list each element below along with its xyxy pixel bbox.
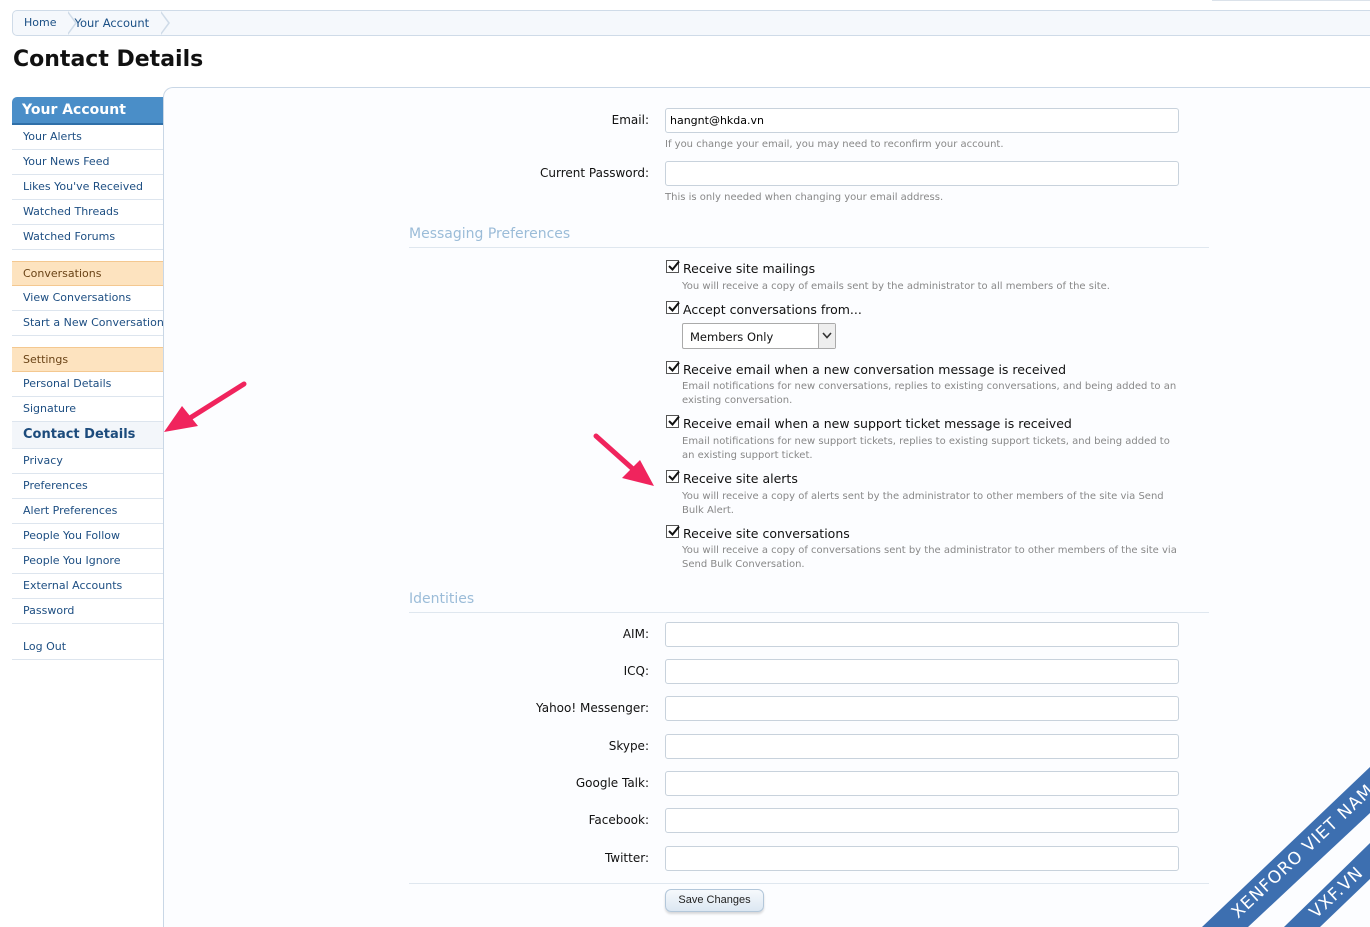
chevron-down-icon[interactable]: [818, 324, 835, 348]
save-changes-button[interactable]: Save Changes: [665, 889, 764, 912]
yahoo-messenger-field[interactable]: [665, 696, 1179, 721]
watermark-line1: XENFORO VIET NAM: [1228, 780, 1370, 922]
accept-conversations-checkbox[interactable]: [666, 301, 680, 314]
aim-label: AIM:: [622, 627, 649, 641]
accept-conversations-select[interactable]: Members Only: [682, 323, 836, 349]
sidebar-item-likes-received[interactable]: Likes You've Received: [12, 175, 164, 200]
receive-site-mailings-label[interactable]: Receive site mailings: [683, 261, 815, 276]
email-support-ticket-checkbox[interactable]: [666, 415, 680, 428]
receive-site-alerts-checkbox[interactable]: [666, 470, 680, 483]
breadcrumb: Home Your Account: [12, 10, 1370, 36]
email-new-conversation-label[interactable]: Receive email when a new conversation me…: [683, 362, 1066, 377]
receive-site-conversations-label[interactable]: Receive site conversations: [683, 526, 850, 541]
sidebar-item-view-conversations[interactable]: View Conversations: [12, 286, 164, 311]
breadcrumb-home[interactable]: Home: [13, 11, 78, 35]
sidebar-item-people-you-follow[interactable]: People You Follow: [12, 524, 164, 549]
email-hint: If you change your email, you may need t…: [665, 139, 1004, 150]
receive-site-conversations-checkbox[interactable]: [666, 525, 680, 538]
twitter-label: Twitter:: [604, 851, 649, 865]
receive-site-conversations-hint: You will receive a copy of conversations…: [682, 545, 1177, 570]
sidebar-item-signature[interactable]: Signature: [12, 397, 164, 422]
password-hint: This is only needed when changing your e…: [665, 192, 944, 203]
sidebar-item-preferences[interactable]: Preferences: [12, 474, 164, 499]
accept-conversations-label[interactable]: Accept conversations from...: [683, 302, 862, 317]
sidebar-item-watched-threads[interactable]: Watched Threads: [12, 200, 164, 225]
identities-heading: Identities: [409, 591, 1209, 613]
breadcrumb-home-label[interactable]: Home: [24, 16, 56, 29]
icq-label: ICQ:: [623, 664, 649, 678]
password-label: Current Password:: [540, 166, 649, 180]
email-label: Email:: [611, 113, 649, 127]
receive-site-mailings-hint: You will receive a copy of emails sent b…: [682, 281, 1110, 292]
email-new-conversation-hint: Email notifications for new conversation…: [682, 381, 1177, 406]
email-support-ticket-label[interactable]: Receive email when a new support ticket …: [683, 416, 1072, 431]
icq-field[interactable]: [665, 659, 1179, 684]
current-password-field[interactable]: [665, 161, 1179, 186]
sidebar-heading[interactable]: Your Account: [12, 97, 164, 125]
form-divider: [409, 883, 1209, 884]
sidebar-item-privacy[interactable]: Privacy: [12, 449, 164, 474]
account-sidebar: Your Account Your Alerts Your News Feed …: [12, 97, 164, 660]
top-divider: [1212, 0, 1370, 1]
yahoo-messenger-label: Yahoo! Messenger:: [536, 701, 649, 715]
receive-site-alerts-label[interactable]: Receive site alerts: [683, 471, 798, 486]
email-field[interactable]: [665, 108, 1179, 133]
facebook-label: Facebook:: [588, 813, 649, 827]
sidebar-item-logout[interactable]: Log Out: [12, 635, 164, 660]
watermark-line2: VXF.VN: [1306, 863, 1368, 923]
skype-field[interactable]: [665, 734, 1179, 759]
sidebar-group-settings[interactable]: Settings: [12, 347, 164, 372]
page-title: Contact Details: [13, 47, 204, 72]
sidebar-item-watched-forums[interactable]: Watched Forums: [12, 225, 164, 250]
sidebar-item-password[interactable]: Password: [12, 599, 164, 624]
sidebar-item-your-alerts[interactable]: Your Alerts: [12, 125, 164, 150]
sidebar-group-conversations[interactable]: Conversations: [12, 261, 164, 286]
breadcrumb-your-account[interactable]: Your Account: [68, 11, 171, 35]
aim-field[interactable]: [665, 622, 1179, 647]
email-support-ticket-hint: Email notifications for new support tick…: [682, 436, 1170, 461]
sidebar-item-people-you-ignore[interactable]: People You Ignore: [12, 549, 164, 574]
watermark: XENFORO VIET NAM VXF.VN: [1160, 767, 1370, 927]
receive-site-alerts-hint: You will receive a copy of alerts sent b…: [682, 491, 1164, 516]
email-new-conversation-checkbox[interactable]: [666, 361, 680, 374]
messaging-preferences-heading: Messaging Preferences: [409, 226, 1209, 248]
sidebar-item-news-feed[interactable]: Your News Feed: [12, 150, 164, 175]
google-talk-label: Google Talk:: [575, 776, 649, 790]
sidebar-item-external-accounts[interactable]: External Accounts: [12, 574, 164, 599]
google-talk-field[interactable]: [665, 771, 1179, 796]
sidebar-item-start-conversation[interactable]: Start a New Conversation: [12, 311, 164, 336]
breadcrumb-account-label[interactable]: Your Account: [74, 16, 149, 30]
sidebar-item-personal-details[interactable]: Personal Details: [12, 372, 164, 397]
skype-label: Skype:: [608, 739, 649, 753]
sidebar-item-contact-details[interactable]: Contact Details: [12, 422, 164, 449]
receive-site-mailings-checkbox[interactable]: [666, 260, 680, 273]
annotation-arrow-icon: [593, 433, 654, 486]
sidebar-item-alert-preferences[interactable]: Alert Preferences: [12, 499, 164, 524]
accept-conversations-selected: Members Only: [690, 330, 774, 344]
facebook-field[interactable]: [665, 808, 1179, 833]
annotation-arrow-icon: [164, 381, 247, 432]
twitter-field[interactable]: [665, 846, 1179, 871]
